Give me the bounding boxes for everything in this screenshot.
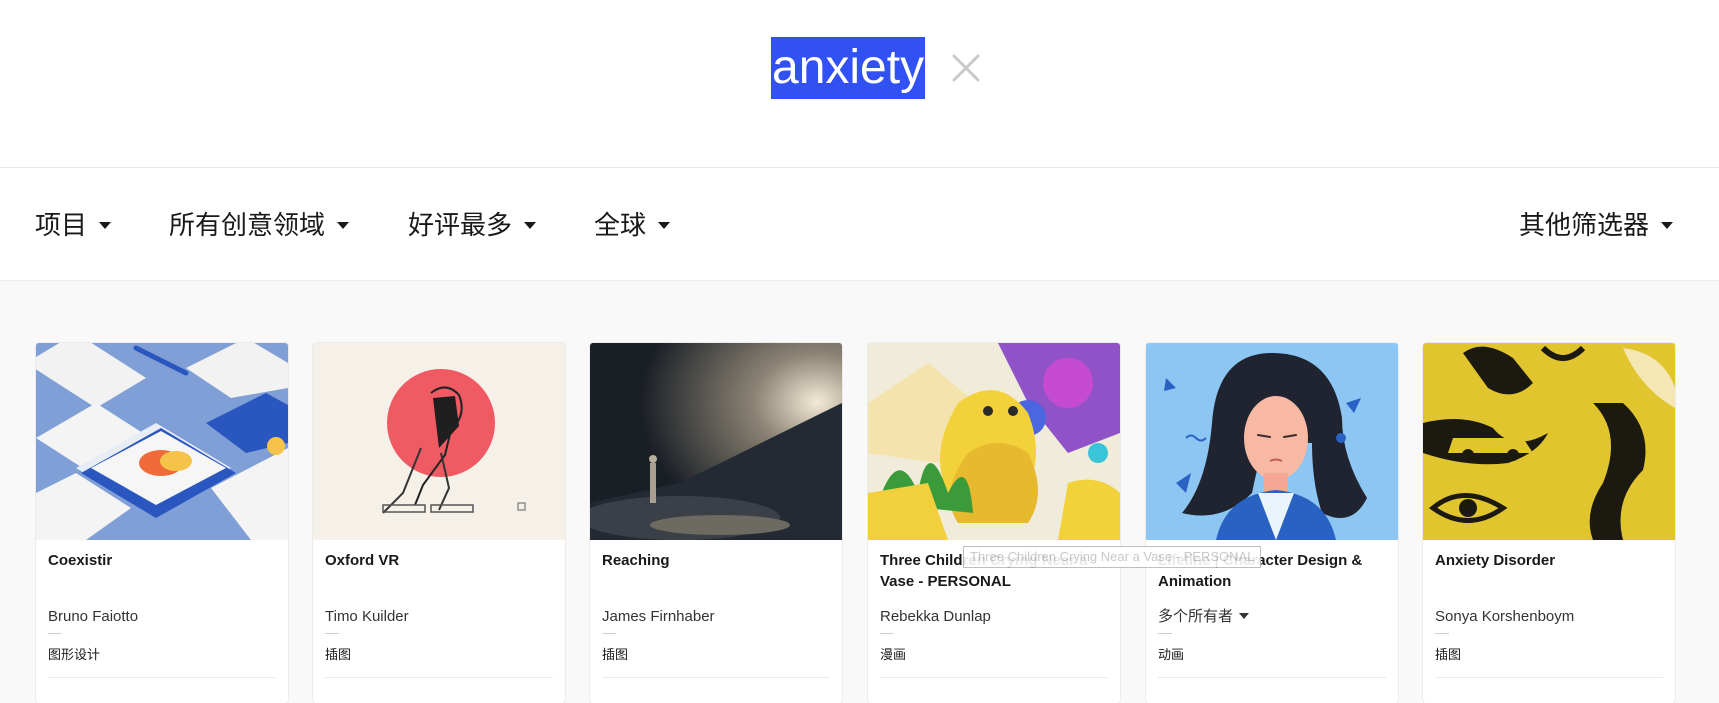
divider [48, 633, 62, 634]
divider [1435, 633, 1449, 634]
project-thumbnail[interactable] [590, 343, 842, 540]
project-field[interactable]: 漫画 [880, 646, 906, 664]
caret-down-icon [99, 221, 112, 229]
divider [1158, 633, 1172, 634]
project-field[interactable]: 插图 [602, 646, 628, 664]
filter-sort-label: 好评最多 [408, 210, 513, 240]
project-owner: 多个所有者 [1158, 608, 1234, 625]
filter-location-dropdown[interactable]: 全球 [594, 205, 671, 245]
project-card[interactable]: Lifeline | Character Design & Animation … [1146, 343, 1398, 703]
divider [602, 677, 830, 678]
divider [325, 677, 553, 678]
project-card[interactable]: Coexistir Bruno Faiotto 图形设计 [36, 343, 288, 703]
caret-down-icon [337, 221, 350, 229]
caret-down-icon [1239, 613, 1250, 620]
caret-down-icon [1661, 221, 1674, 229]
divider [1435, 677, 1663, 678]
divider [602, 633, 616, 634]
project-owner[interactable]: Timo Kuilder [325, 607, 409, 627]
project-title[interactable]: Oxford VR [325, 550, 553, 571]
filter-fields-label: 所有创意领域 [169, 210, 326, 240]
filter-location-label: 全球 [594, 210, 647, 240]
filter-sort-dropdown[interactable]: 好评最多 [408, 205, 537, 245]
caret-down-icon [658, 221, 671, 229]
search-query-selected[interactable]: anxiety [771, 37, 926, 99]
project-field[interactable]: 动画 [1158, 646, 1184, 664]
project-card[interactable]: Reaching James Firnhaber 插图 [590, 343, 842, 703]
project-field[interactable]: 插图 [1435, 646, 1461, 664]
project-card[interactable]: Three Children Crying Near a Vase - PERS… [868, 343, 1120, 703]
caret-down-icon [524, 221, 537, 229]
project-title[interactable]: Reaching [602, 550, 830, 571]
project-thumbnail[interactable] [313, 343, 565, 540]
project-card[interactable]: Anxiety Disorder Sonya Korshenboym 插图 [1423, 343, 1675, 703]
project-owner[interactable]: Sonya Korshenboym [1435, 607, 1574, 627]
filter-type-label: 项目 [35, 210, 88, 240]
project-owner[interactable]: Bruno Faiotto [48, 607, 138, 627]
more-filters-label: 其他筛选器 [1519, 210, 1650, 240]
project-field[interactable]: 插图 [325, 646, 351, 664]
close-icon[interactable] [950, 52, 982, 84]
filter-bar: 项目 所有创意领域 好评最多 全球 其他筛选器 [0, 168, 1719, 281]
project-field[interactable]: 图形设计 [48, 646, 100, 664]
filter-type-dropdown[interactable]: 项目 [35, 205, 112, 245]
project-thumbnail[interactable] [1146, 343, 1398, 540]
divider [325, 633, 339, 634]
divider [880, 633, 894, 634]
search-bar: anxiety [0, 0, 1719, 168]
title-tooltip: Three Children Crying Near a Vase - PERS… [963, 546, 1262, 568]
divider [880, 677, 1108, 678]
divider [48, 677, 276, 678]
project-title[interactable]: Anxiety Disorder [1435, 550, 1663, 571]
project-owner[interactable]: James Firnhaber [602, 607, 715, 627]
project-owner[interactable]: Rebekka Dunlap [880, 607, 991, 627]
project-thumbnail[interactable] [36, 343, 288, 540]
project-card[interactable]: Oxford VR Timo Kuilder 插图 [313, 343, 565, 703]
divider [1158, 677, 1386, 678]
more-filters-dropdown[interactable]: 其他筛选器 [1519, 205, 1674, 245]
project-owners-dropdown[interactable]: 多个所有者 [1158, 607, 1250, 627]
project-thumbnail[interactable] [1423, 343, 1675, 540]
filter-fields-dropdown[interactable]: 所有创意领域 [169, 205, 350, 245]
project-title[interactable]: Coexistir [48, 550, 276, 571]
project-thumbnail[interactable] [868, 343, 1120, 540]
